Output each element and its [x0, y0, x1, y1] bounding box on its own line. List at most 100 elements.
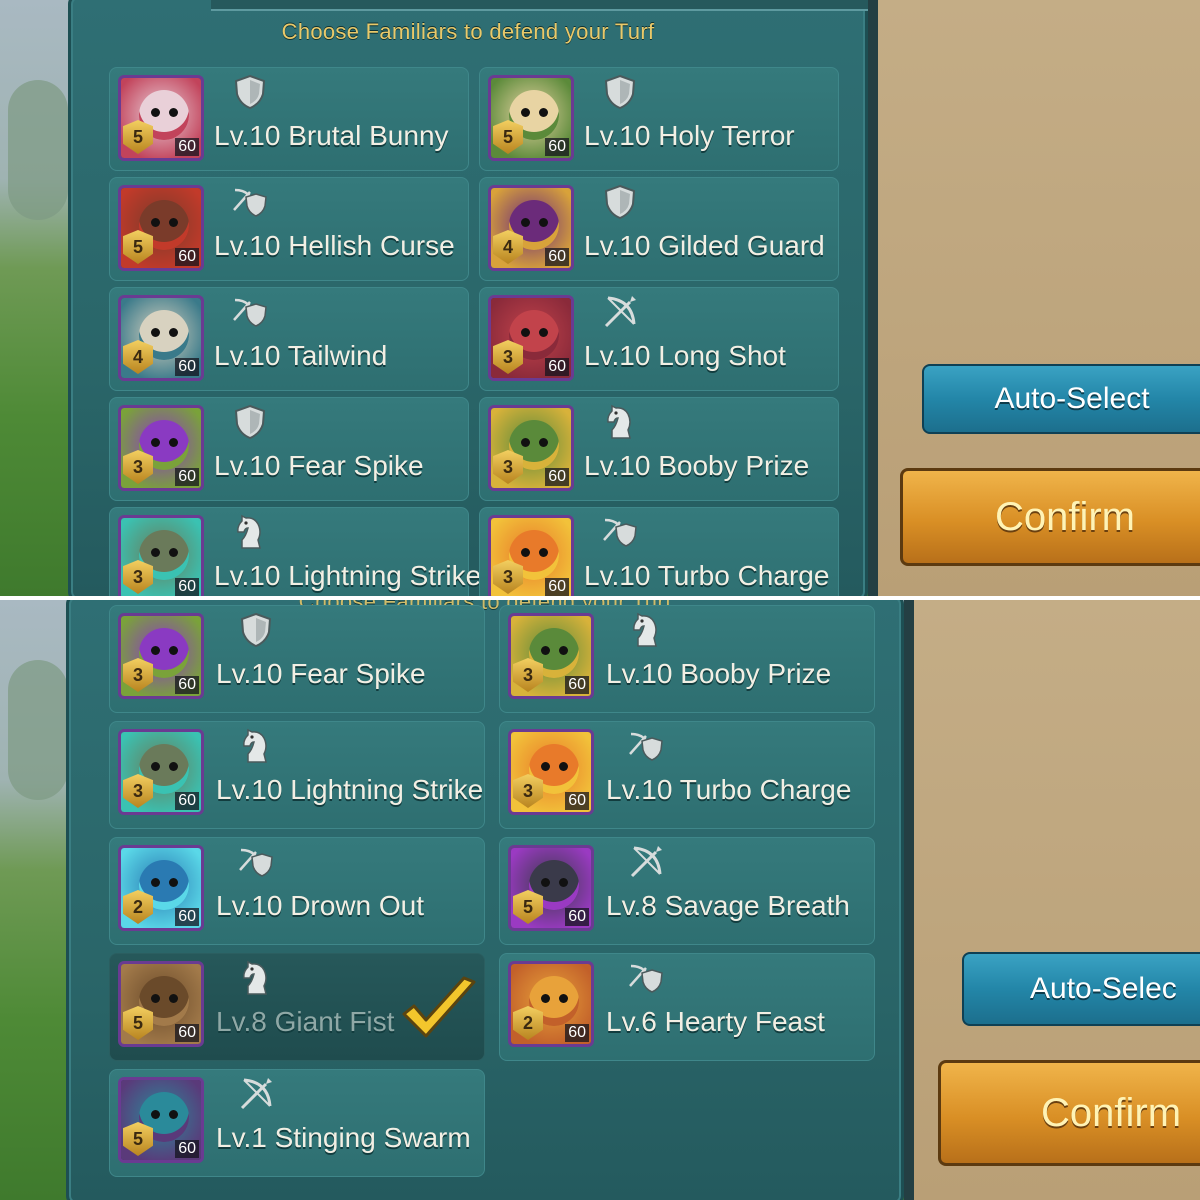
familiar-card[interactable]: 5 60 Lv.10 Brutal Bunny: [109, 67, 469, 171]
familiar-portrait: 5 60: [118, 75, 204, 161]
panel-title: Choose Familiars to defend your Turf: [281, 19, 655, 44]
familiar-card[interactable]: 3 60 Lv.10 Long Shot: [479, 287, 839, 391]
familiar-name-label: Lv.10 Brutal Bunny: [214, 120, 449, 151]
familiar-portrait: 3 60: [118, 405, 204, 491]
familiar-eye: [169, 646, 178, 655]
knight-horse-icon: [238, 728, 274, 764]
familiar-eye: [541, 762, 550, 771]
auto-select-button[interactable]: Auto-Select: [922, 364, 1200, 434]
familiar-name-label: Lv.10 Hellish Curse: [214, 230, 455, 261]
familiar-eye: [169, 548, 178, 557]
familiar-card[interactable]: 3 60 Lv.10 Lightning Strike: [109, 721, 485, 829]
familiar-eye: [151, 762, 160, 771]
familiar-card[interactable]: 3 60 Lv.10 Booby Prize: [499, 605, 875, 713]
familiar-card[interactable]: 3 60 Lv.10 Booby Prize: [479, 397, 839, 501]
familiar-name-label: Lv.10 Fear Spike: [216, 658, 426, 689]
knight-horse-icon: [628, 612, 664, 648]
familiar-card[interactable]: 2 60 Lv.10 Drown Out: [109, 837, 485, 945]
familiar-eye: [559, 994, 568, 1003]
familiar-card[interactable]: 3 60 Lv.10 Fear Spike: [109, 397, 469, 501]
familiar-name-label: Lv.8 Savage Breath: [606, 890, 850, 921]
shield-icon: [602, 184, 638, 220]
familiar-selection-panel: Choose Familiars to defend your Turf 3 60…: [66, 600, 904, 1200]
familiar-eye: [169, 762, 178, 771]
familiar-portrait: 5 60: [118, 1077, 204, 1163]
level-cap-badge: 60: [175, 676, 199, 694]
familiar-portrait: 2 60: [508, 961, 594, 1047]
level-cap-badge: 60: [175, 792, 199, 810]
bow-shield-icon: [602, 514, 638, 550]
level-cap-badge: 60: [175, 358, 199, 376]
panel-tab-strip: [211, 0, 871, 11]
familiar-eye: [151, 994, 160, 1003]
familiar-eye: [169, 994, 178, 1003]
familiar-card[interactable]: 3 60 Lv.10 Fear Spike: [109, 605, 485, 713]
familiar-selection-panel: Choose Familiars to defend your Turf 5 60…: [68, 0, 871, 596]
familiar-name-label: Lv.10 Holy Terror: [584, 120, 795, 151]
familiar-eye: [151, 218, 160, 227]
familiar-card[interactable]: 5 60 Lv.8 Giant Fist: [109, 953, 485, 1061]
bow-icon: [602, 294, 638, 330]
shield-icon: [602, 74, 638, 110]
familiar-portrait: 3 60: [118, 729, 204, 815]
level-cap-badge: 60: [545, 248, 569, 266]
familiar-name-label: Lv.1 Stinging Swarm: [216, 1122, 471, 1153]
level-cap-badge: 60: [565, 676, 589, 694]
level-cap-badge: 60: [175, 1024, 199, 1042]
familiar-portrait: 3 60: [488, 405, 574, 491]
shield-icon: [232, 404, 268, 440]
familiar-portrait: 3 60: [488, 515, 574, 596]
familiar-card[interactable]: 5 60 Lv.10 Holy Terror: [479, 67, 839, 171]
familiar-eye: [539, 438, 548, 447]
familiar-card[interactable]: 3 60 Lv.10 Turbo Charge: [499, 721, 875, 829]
familiar-name-label: Lv.6 Hearty Feast: [606, 1006, 825, 1037]
level-cap-badge: 60: [175, 138, 199, 156]
familiar-eye: [541, 646, 550, 655]
background-tree: [8, 80, 68, 220]
familiar-eye: [169, 108, 178, 117]
familiar-card[interactable]: 4 60 Lv.10 Tailwind: [109, 287, 469, 391]
familiar-card[interactable]: 3 60 Lv.10 Lightning Strike: [109, 507, 481, 596]
familiar-portrait: 5 60: [508, 845, 594, 931]
screenshot-top: Choose Familiars to defend your Turf 5 60…: [0, 0, 1200, 596]
level-cap-badge: 60: [565, 908, 589, 926]
familiar-eye: [559, 878, 568, 887]
familiar-card[interactable]: 4 60 Lv.10 Gilded Guard: [479, 177, 839, 281]
level-cap-badge: 60: [565, 792, 589, 810]
familiar-portrait: 2 60: [118, 845, 204, 931]
familiar-name-label: Lv.10 Gilded Guard: [584, 230, 825, 261]
familiar-portrait: 3 60: [118, 613, 204, 699]
familiar-eye: [151, 438, 160, 447]
bow-shield-icon: [628, 728, 664, 764]
familiar-eye: [539, 328, 548, 337]
side-panel: Auto-Selec Confirm: [904, 600, 1200, 1200]
selected-check-icon: [398, 976, 478, 1046]
familiar-card[interactable]: 5 60 Lv.1 Stinging Swarm: [109, 1069, 485, 1177]
familiar-card[interactable]: 3 60 Lv.10 Turbo Charge: [479, 507, 839, 596]
familiar-name-label: Lv.10 Tailwind: [214, 340, 388, 371]
familiar-eye: [521, 328, 530, 337]
level-cap-badge: 60: [175, 248, 199, 266]
knight-horse-icon: [238, 960, 274, 996]
familiar-eye: [521, 218, 530, 227]
familiar-card[interactable]: 2 60 Lv.6 Hearty Feast: [499, 953, 875, 1061]
familiar-eye: [169, 218, 178, 227]
familiar-name-label: Lv.10 Turbo Charge: [606, 774, 852, 805]
familiar-portrait: 4 60: [118, 295, 204, 381]
bow-shield-icon: [232, 294, 268, 330]
screenshot-bottom: Choose Familiars to defend your Turf 3 60…: [0, 600, 1200, 1200]
level-cap-badge: 60: [545, 468, 569, 486]
familiar-eye: [559, 762, 568, 771]
familiar-portrait: 3 60: [488, 295, 574, 381]
familiar-eye: [541, 878, 550, 887]
level-cap-badge: 60: [175, 468, 199, 486]
confirm-button[interactable]: Confirm: [900, 468, 1200, 566]
familiar-eye: [539, 218, 548, 227]
auto-select-button[interactable]: Auto-Selec: [962, 952, 1200, 1026]
confirm-button[interactable]: Confirm: [938, 1060, 1200, 1166]
familiar-card[interactable]: 5 60 Lv.10 Hellish Curse: [109, 177, 469, 281]
familiar-eye: [151, 646, 160, 655]
familiar-card[interactable]: 5 60 Lv.8 Savage Breath: [499, 837, 875, 945]
familiar-eye: [151, 878, 160, 887]
level-cap-badge: 60: [175, 1140, 199, 1158]
